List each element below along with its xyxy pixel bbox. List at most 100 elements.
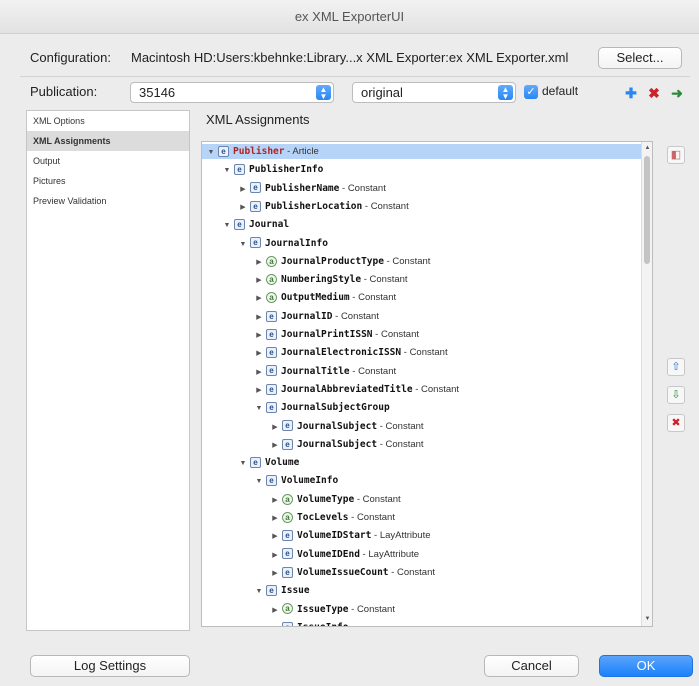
disclosure-closed-icon[interactable]: ▶ bbox=[270, 548, 280, 563]
tree-node-name: IssueInfo bbox=[297, 622, 348, 626]
tree-node[interactable]: ▶ e JournalID - Constant bbox=[202, 309, 379, 324]
tree-node[interactable]: ▶ e JournalPrintISSN - Constant bbox=[202, 327, 419, 342]
tree-node[interactable]: ▶ a TocLevels - Constant bbox=[202, 510, 395, 525]
tree-node[interactable]: ▼ e Issue bbox=[202, 583, 310, 598]
tree-node[interactable]: ▶ e PublisherLocation - Constant bbox=[202, 199, 409, 214]
tree-node[interactable]: ▶ a VolumeType - Constant bbox=[202, 492, 401, 507]
tree-node-name: Issue bbox=[281, 585, 310, 597]
tree-node[interactable]: ▼ e JournalInfo bbox=[202, 236, 328, 251]
log-settings-button[interactable]: Log Settings bbox=[30, 655, 190, 677]
scrollbar-thumb[interactable] bbox=[644, 156, 650, 264]
disclosure-closed-icon[interactable]: ▶ bbox=[270, 566, 280, 581]
tree-node-type: Constant bbox=[356, 512, 395, 523]
disclosure-closed-icon[interactable]: ▶ bbox=[270, 529, 280, 544]
tree-node[interactable]: ▼ e PublisherInfo bbox=[202, 162, 323, 177]
disclosure-closed-icon[interactable]: ▶ bbox=[270, 493, 280, 508]
variant-select[interactable]: original ▲ ▼ bbox=[352, 82, 516, 103]
disclosure-open-icon[interactable]: ▼ bbox=[270, 621, 280, 626]
sidebar-item-xml-options[interactable]: XML Options bbox=[27, 111, 189, 131]
element-icon: e bbox=[282, 438, 293, 450]
default-checkbox[interactable]: ✓ bbox=[524, 85, 538, 99]
tree-node[interactable]: ▶ e JournalSubject - Constant bbox=[202, 437, 424, 452]
variant-value: original bbox=[361, 85, 403, 100]
xml-assignments-tree[interactable]: ▼eIssueInfo▶aIssueType - Constant▼eIssue… bbox=[201, 141, 653, 627]
tree-node-name: OutputMedium bbox=[281, 292, 350, 304]
ok-button[interactable]: OK bbox=[599, 655, 693, 677]
delete-icon[interactable]: ✖ bbox=[646, 85, 662, 101]
disclosure-closed-icon[interactable]: ▶ bbox=[254, 273, 264, 288]
move-down-icon[interactable]: ⇩ bbox=[667, 386, 685, 404]
disclosure-open-icon[interactable]: ▼ bbox=[206, 145, 216, 160]
tree-node[interactable]: ▶ e VolumeIDEnd - LayAttribute bbox=[202, 547, 419, 562]
tree-node-type: Article bbox=[292, 146, 319, 157]
tree-node[interactable]: ▶ a JournalProductType - Constant bbox=[202, 254, 430, 269]
tree-node[interactable]: ▶ a OutputMedium - Constant bbox=[202, 290, 396, 305]
tree-node-name: PublisherName bbox=[265, 182, 340, 194]
disclosure-closed-icon[interactable]: ▶ bbox=[270, 420, 280, 435]
tree-node-type: Constant bbox=[370, 200, 409, 212]
collapse-icon[interactable]: ◧ bbox=[667, 146, 685, 164]
sidebar-item-xml-assignments[interactable]: XML Assignments bbox=[27, 131, 189, 151]
export-icon[interactable]: ➜ bbox=[669, 85, 685, 101]
disclosure-open-icon[interactable]: ▼ bbox=[222, 163, 232, 178]
scroll-down-icon[interactable]: ▼ bbox=[643, 615, 652, 624]
tree-node[interactable]: ▶ e VolumeIssueCount - Constant bbox=[202, 565, 435, 580]
cancel-button[interactable]: Cancel bbox=[484, 655, 579, 677]
default-label: default bbox=[542, 84, 579, 98]
disclosure-closed-icon[interactable]: ▶ bbox=[238, 182, 248, 197]
tree-node[interactable]: ▶ e PublisherName - Constant bbox=[202, 181, 386, 196]
tree-node[interactable]: ▶ e JournalSubject - Constant bbox=[202, 419, 424, 434]
disclosure-closed-icon[interactable]: ▶ bbox=[270, 511, 280, 526]
element-icon: e bbox=[266, 475, 277, 487]
disclosure-open-icon[interactable]: ▼ bbox=[254, 584, 264, 599]
tree-node-name: JournalSubjectGroup bbox=[281, 402, 390, 414]
tree-node-name: JournalAbbreviatedTitle bbox=[281, 383, 413, 395]
remove-icon[interactable]: ✖ bbox=[667, 414, 685, 432]
tree-node-type: Constant bbox=[392, 255, 431, 267]
tree-node[interactable]: ▶ e JournalAbbreviatedTitle - Constant bbox=[202, 382, 459, 397]
disclosure-closed-icon[interactable]: ▶ bbox=[254, 346, 264, 361]
tree-node[interactable]: ▶ a IssueType - Constant bbox=[202, 602, 395, 617]
sidebar-item-output[interactable]: Output bbox=[27, 151, 189, 171]
tree-node[interactable]: ▶ e JournalElectronicISSN - Constant bbox=[202, 345, 448, 360]
tree-node[interactable]: ▶ e JournalTitle - Constant bbox=[202, 364, 396, 379]
tree-node[interactable]: ▼ e Volume bbox=[202, 455, 299, 470]
element-icon: e bbox=[250, 237, 261, 249]
tree-node-type: Constant bbox=[358, 292, 397, 304]
disclosure-closed-icon[interactable]: ▶ bbox=[254, 328, 264, 343]
disclosure-open-icon[interactable]: ▼ bbox=[254, 401, 264, 416]
select-config-button[interactable]: Select... bbox=[598, 47, 682, 69]
sidebar-item-pictures[interactable]: Pictures bbox=[27, 171, 189, 191]
publication-select[interactable]: 35146 ▲ ▼ bbox=[130, 82, 334, 103]
disclosure-closed-icon[interactable]: ▶ bbox=[254, 310, 264, 325]
disclosure-open-icon[interactable]: ▼ bbox=[238, 456, 248, 471]
disclosure-closed-icon[interactable]: ▶ bbox=[270, 603, 280, 618]
tree-node[interactable]: ▼ e Publisher - Article bbox=[202, 144, 642, 159]
add-icon[interactable]: ✚ bbox=[623, 85, 639, 101]
tree-node[interactable]: ▶ e VolumeIDStart - LayAttribute bbox=[202, 528, 431, 543]
tree-node-type: Constant bbox=[380, 329, 419, 340]
attribute-icon: a bbox=[266, 273, 277, 285]
disclosure-closed-icon[interactable]: ▶ bbox=[254, 255, 264, 270]
tree-node[interactable]: ▼e IssueInfo bbox=[202, 620, 348, 626]
disclosure-closed-icon[interactable]: ▶ bbox=[254, 365, 264, 380]
tree-node[interactable]: ▶ a NumberingStyle - Constant bbox=[202, 272, 408, 287]
disclosure-closed-icon[interactable]: ▶ bbox=[238, 200, 248, 215]
sidebar-item-preview-validation[interactable]: Preview Validation bbox=[27, 191, 189, 211]
disclosure-closed-icon[interactable]: ▶ bbox=[254, 291, 264, 306]
move-up-icon[interactable]: ⇧ bbox=[667, 358, 685, 376]
tree-node[interactable]: ▼ e Journal bbox=[202, 217, 289, 232]
tree-node[interactable]: ▼ e JournalSubjectGroup bbox=[202, 400, 390, 415]
disclosure-closed-icon[interactable]: ▶ bbox=[270, 438, 280, 453]
scroll-up-icon[interactable]: ▲ bbox=[643, 144, 652, 153]
disclosure-open-icon[interactable]: ▼ bbox=[238, 237, 248, 252]
tree-node-name: VolumeIDStart bbox=[297, 530, 372, 542]
disclosure-open-icon[interactable]: ▼ bbox=[254, 474, 264, 489]
tree-node-type: Constant bbox=[356, 603, 395, 615]
scrollbar[interactable]: ▲ ▼ bbox=[641, 142, 652, 626]
tree-node-separator: - bbox=[354, 493, 363, 505]
tree-node[interactable]: ▼ e VolumeInfo bbox=[202, 473, 338, 488]
disclosure-open-icon[interactable]: ▼ bbox=[222, 218, 232, 233]
tree-node-name: VolumeIssueCount bbox=[297, 566, 389, 578]
disclosure-closed-icon[interactable]: ▶ bbox=[254, 383, 264, 398]
